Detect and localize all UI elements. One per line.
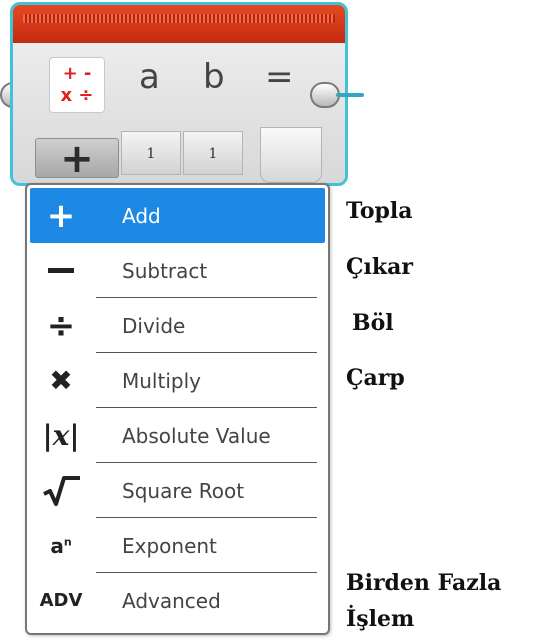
multiply-icon: ✖ <box>49 363 73 397</box>
param-b-label: b <box>203 57 225 97</box>
plus-icon: + <box>46 195 76 236</box>
annotation-subtract: Çıkar <box>346 254 413 280</box>
menu-item-label: Multiply <box>122 368 201 393</box>
square-root-icon <box>30 463 92 518</box>
menu-item-label: Divide <box>122 313 186 338</box>
menu-item-exponent[interactable]: an Exponent <box>30 518 325 573</box>
exponent-icon: an <box>50 533 72 558</box>
output-wire[interactable] <box>336 93 364 97</box>
menu-item-label: Square Root <box>122 478 245 503</box>
op-icon-line2: x ÷ <box>60 85 94 106</box>
menu-item-divide[interactable]: ÷ Divide <box>30 298 325 353</box>
menu-item-label: Add <box>122 203 161 228</box>
menu-item-square-root[interactable]: Square Root <box>30 463 325 518</box>
menu-item-label: Exponent <box>122 533 217 558</box>
annotation-multiply: Çarp <box>346 365 405 391</box>
block-header[interactable] <box>13 5 345 44</box>
absolute-value-icon: |x| <box>42 419 80 452</box>
menu-item-label: Subtract <box>122 258 208 283</box>
annotation-advanced-line2: İşlem <box>346 606 415 632</box>
math-operation-icon[interactable]: + - x ÷ <box>49 57 105 113</box>
op-icon-line1: + - <box>62 63 92 84</box>
input-b-field[interactable]: 1 <box>183 131 243 175</box>
menu-item-label: Advanced <box>122 588 221 613</box>
divide-icon: ÷ <box>46 305 76 346</box>
annotation-advanced-line1: Birden Fazla <box>346 570 502 596</box>
math-block[interactable]: + - x ÷ a b = + 1 1 <box>10 2 348 186</box>
advanced-icon: ADV <box>39 590 83 611</box>
result-label: = <box>265 57 294 97</box>
menu-item-subtract[interactable]: Subtract <box>30 243 325 298</box>
menu-item-add[interactable]: + Add <box>30 188 325 243</box>
menu-item-multiply[interactable]: ✖ Multiply <box>30 353 325 408</box>
param-a-label: a <box>139 57 160 97</box>
menu-item-absolute-value[interactable]: |x| Absolute Value <box>30 408 325 463</box>
result-output-slot[interactable] <box>260 127 322 183</box>
mode-selector-button[interactable]: + <box>35 138 119 179</box>
annotation-divide: Böl <box>352 310 394 336</box>
minus-icon <box>30 243 92 298</box>
menu-item-advanced[interactable]: ADV Advanced <box>30 573 325 628</box>
operation-dropdown-menu: + Add Subtract ÷ Divide ✖ Multiply |x| A… <box>25 183 330 635</box>
annotation-add: Topla <box>346 198 413 224</box>
input-a-field[interactable]: 1 <box>121 131 181 175</box>
menu-item-label: Absolute Value <box>122 423 271 448</box>
